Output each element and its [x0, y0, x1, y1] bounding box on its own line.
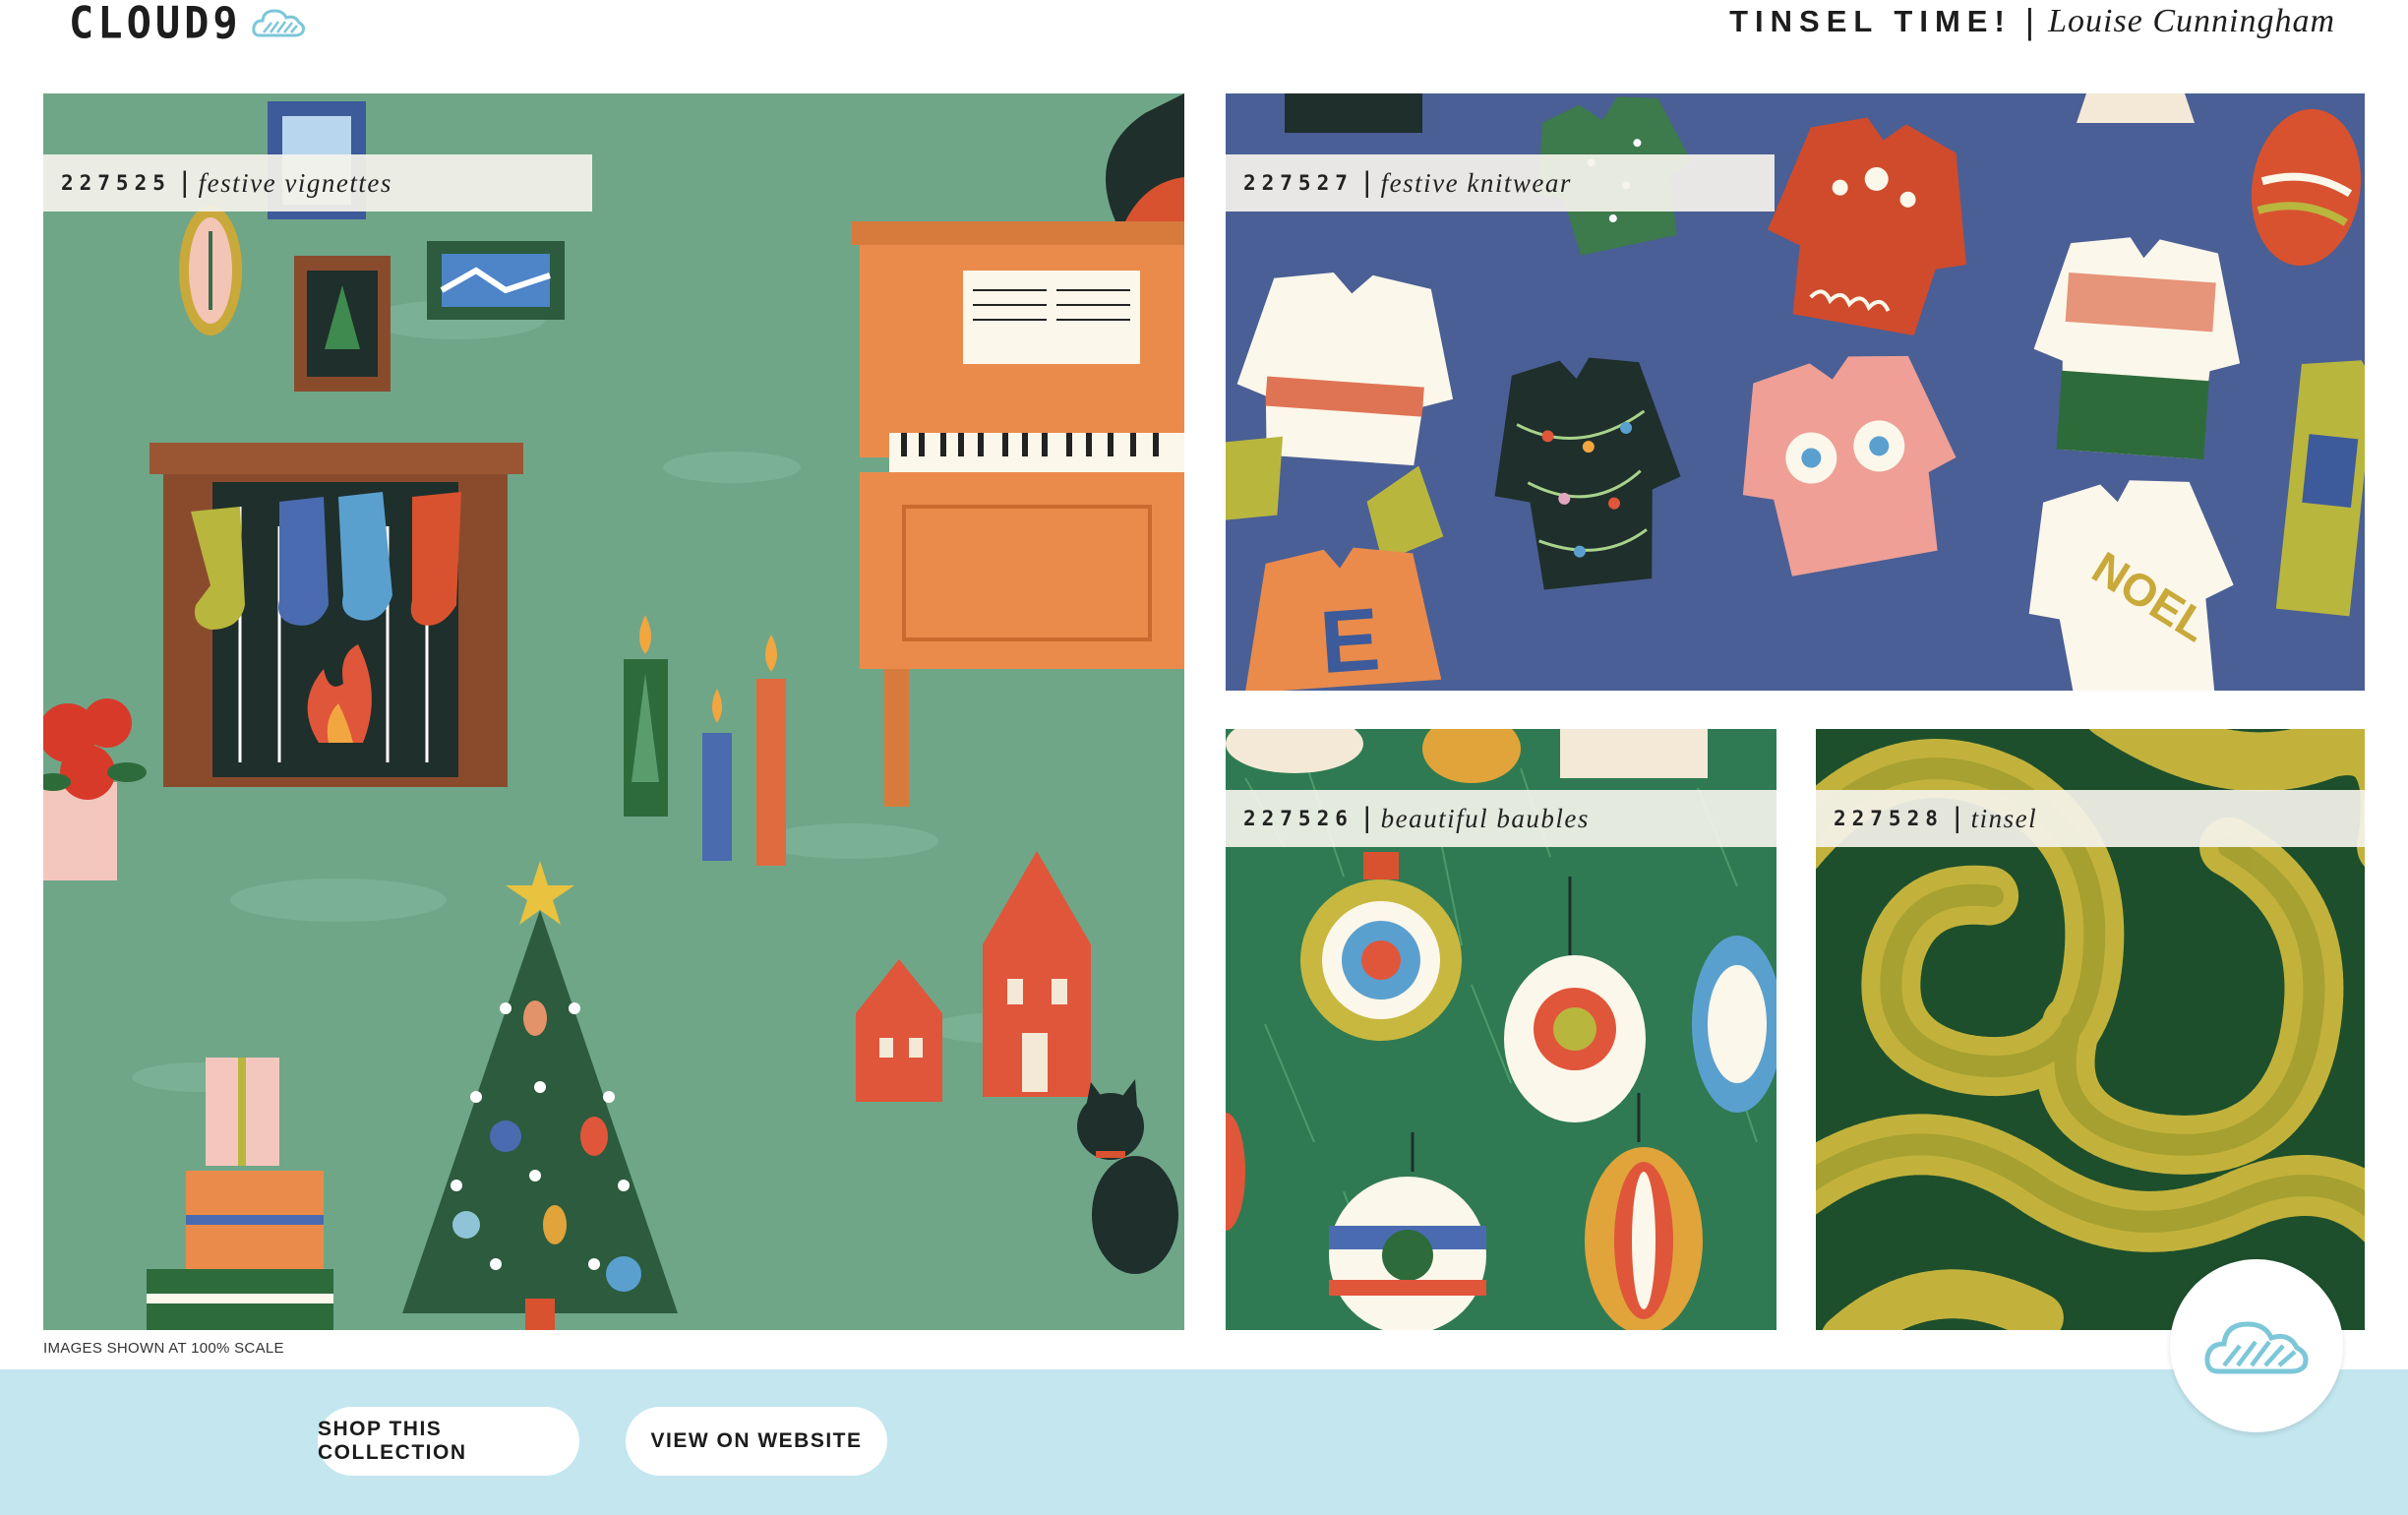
- sku-number: 227526: [1243, 807, 1354, 830]
- festive-vignettes-artwork: [43, 93, 1184, 1330]
- print-name: tinsel: [1970, 803, 2038, 833]
- fabric-panel-festive-knitwear[interactable]: NOEL E 227527 | festive knitwear: [1226, 93, 2365, 691]
- fabric-panel-festive-vignettes[interactable]: 227525 | festive vignettes: [43, 93, 1184, 1330]
- label-separator: |: [180, 166, 189, 199]
- panel-label: 227525 | festive vignettes: [43, 154, 592, 212]
- view-website-button[interactable]: VIEW ON WEBSITE: [626, 1407, 887, 1476]
- footer-bar: SHOP THIS COLLECTION VIEW ON WEBSITE: [0, 1369, 2408, 1515]
- print-name: festive knitwear: [1380, 167, 1572, 198]
- panel-label: 227526 | beautiful baubles: [1226, 790, 1776, 847]
- designer-name: Louise Cunningham: [2048, 3, 2335, 39]
- sku-number: 227527: [1243, 171, 1354, 195]
- collection-name: TINSEL TIME!: [1729, 4, 2012, 38]
- label-separator: |: [1953, 802, 1961, 834]
- print-name: beautiful baubles: [1380, 803, 1590, 833]
- collection-title: TINSEL TIME! | Louise Cunningham: [1729, 0, 2335, 43]
- svg-text:E: E: [1317, 590, 1383, 691]
- scale-note: IMAGES SHOWN AT 100% SCALE: [43, 1340, 284, 1357]
- sku-number: 227528: [1834, 807, 1944, 830]
- print-name: festive vignettes: [198, 167, 392, 198]
- panel-label: 227528 | tinsel: [1816, 790, 2365, 847]
- fabric-panel-beautiful-baubles[interactable]: 227526 | beautiful baubles: [1226, 729, 1776, 1330]
- panel-label: 227527 | festive knitwear: [1226, 154, 1775, 212]
- label-separator: |: [1362, 802, 1371, 834]
- cloud-badge-icon: [2204, 1321, 2309, 1374]
- cloud-logo-icon: [252, 9, 305, 37]
- title-separator: |: [2024, 1, 2035, 41]
- brand-logo[interactable]: CLOUD9: [69, 0, 305, 48]
- brand-name: CLOUD9: [69, 0, 242, 48]
- page-header: CLOUD9 TINSEL TIME! | Louise Cunningham: [0, 0, 2408, 79]
- cloud-badge[interactable]: [2170, 1259, 2343, 1432]
- sku-number: 227525: [61, 171, 171, 195]
- label-separator: |: [1362, 166, 1371, 199]
- fabric-panel-tinsel[interactable]: 227528 | tinsel: [1816, 729, 2365, 1330]
- shop-collection-button[interactable]: SHOP THIS COLLECTION: [318, 1407, 579, 1476]
